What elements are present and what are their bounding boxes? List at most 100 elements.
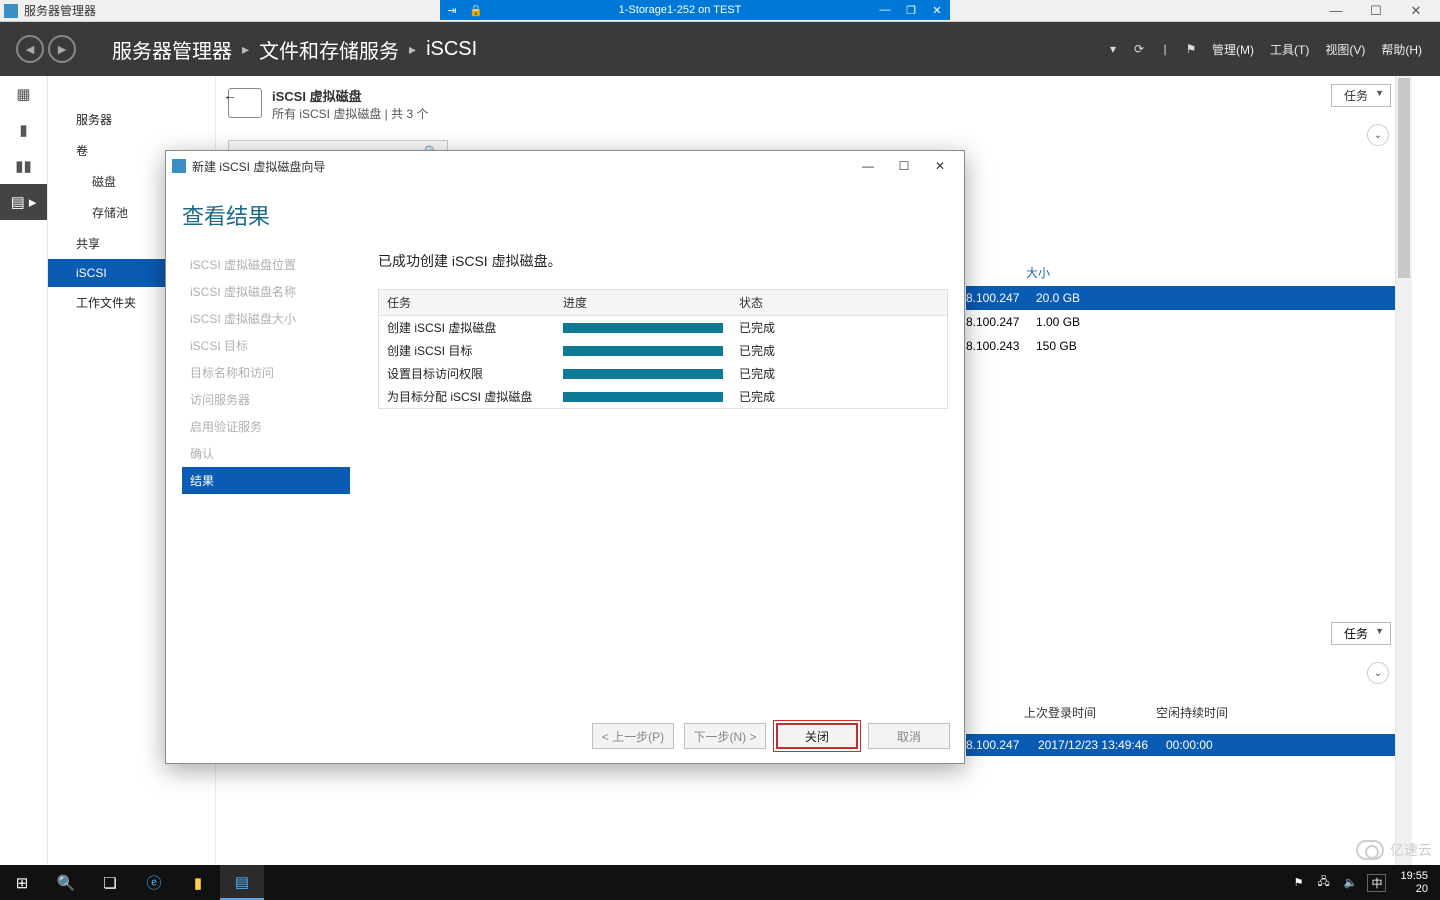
- explorer-icon[interactable]: ▮: [176, 865, 220, 900]
- breadcrumb-leaf[interactable]: iSCSI: [426, 38, 477, 61]
- file-storage-icon[interactable]: ▤ ▸: [0, 184, 47, 220]
- pin-icon[interactable]: ⇥: [440, 4, 464, 17]
- next-button: 下一步(N) >: [684, 723, 766, 749]
- breadcrumb-mid[interactable]: 文件和存储服务: [259, 35, 399, 64]
- tasks-dropdown-2[interactable]: 任务: [1331, 622, 1391, 645]
- server-manager-header: ◄ ► 服务器管理器 ▸ 文件和存储服务 ▸ iSCSI ▾ ⟳ | ⚑ 管理(…: [0, 22, 1440, 76]
- cell-status: 已完成: [731, 385, 947, 408]
- menu-help[interactable]: 帮助(H): [1375, 37, 1428, 62]
- col-last-login[interactable]: 上次登录时间: [1024, 704, 1096, 721]
- nav-forward-button[interactable]: ►: [48, 35, 76, 63]
- watermark-icon: [1356, 840, 1384, 860]
- remote-restore[interactable]: ❐: [898, 4, 924, 17]
- col-idle[interactable]: 空闲持续时间: [1156, 704, 1228, 721]
- clock[interactable]: 19:55 20: [1392, 870, 1436, 894]
- minimize-button[interactable]: —: [1316, 0, 1356, 22]
- tray-network-icon[interactable]: 🖧: [1314, 873, 1334, 892]
- cell-status: 已完成: [731, 339, 947, 362]
- table-row[interactable]: 8.100.247 20.0 GB: [966, 286, 1395, 310]
- breadcrumb-root[interactable]: 服务器管理器: [112, 35, 232, 64]
- wizard-step: iSCSI 虚拟磁盘名称: [182, 278, 350, 305]
- wizard-step: 访问服务器: [182, 386, 350, 413]
- all-servers-icon[interactable]: ▮▮: [0, 148, 47, 184]
- server-manager-taskbar-icon[interactable]: ▤: [220, 865, 264, 900]
- cell-status: 已完成: [731, 362, 947, 385]
- table-row: 设置目标访问权限 已完成: [379, 362, 947, 385]
- dashboard-icon[interactable]: ▦: [0, 76, 47, 112]
- wizard-main: 已成功创建 iSCSI 虚拟磁盘。 任务 进度 状态 创建 iSCSI 虚拟磁盘…: [350, 251, 948, 699]
- menu-view[interactable]: 视图(V): [1319, 37, 1371, 62]
- cell-task: 创建 iSCSI 目标: [379, 339, 555, 362]
- wizard-message: 已成功创建 iSCSI 虚拟磁盘。: [378, 251, 948, 271]
- start-button[interactable]: ⊞: [0, 865, 44, 900]
- nav-back-button[interactable]: ◄: [16, 35, 44, 63]
- tray-flag-icon[interactable]: ⚑: [1290, 876, 1308, 889]
- section-title: iSCSI 虚拟磁盘: [272, 86, 428, 105]
- scrollbar[interactable]: [1395, 76, 1412, 865]
- menu-manage[interactable]: 管理(M): [1206, 37, 1260, 62]
- cancel-button: 取消: [868, 723, 950, 749]
- cell-status: 已完成: [731, 316, 947, 339]
- wizard-dialog: 新建 iSCSI 虚拟磁盘向导 — ☐ ✕ 查看结果 iSCSI 虚拟磁盘位置 …: [165, 150, 965, 764]
- expand-icon-2[interactable]: ⌄: [1367, 662, 1389, 684]
- wizard-step: iSCSI 虚拟磁盘位置: [182, 251, 350, 278]
- refresh-icon[interactable]: ⟳: [1128, 38, 1150, 60]
- tasks-dropdown[interactable]: 任务: [1331, 84, 1391, 107]
- results-table: 任务 进度 状态 创建 iSCSI 虚拟磁盘 已完成 创建 iSCSI 目标 已…: [378, 289, 948, 409]
- local-server-icon[interactable]: ▮: [0, 112, 47, 148]
- remote-connection-bar: ⇥ 🔒 1-Storage1-252 on TEST — ❐ ✕: [440, 0, 950, 20]
- clock-time: 19:55: [1400, 870, 1428, 882]
- remote-close[interactable]: ✕: [924, 4, 950, 17]
- close-button[interactable]: 关闭: [776, 723, 858, 749]
- maximize-button[interactable]: ☐: [1356, 0, 1396, 22]
- column-size-header[interactable]: 大小: [1026, 264, 1050, 281]
- ime-indicator[interactable]: 中: [1367, 874, 1386, 892]
- progress-bar: [563, 346, 723, 356]
- remote-name: 1-Storage1-252 on TEST: [488, 4, 872, 16]
- wizard-step: iSCSI 目标: [182, 332, 350, 359]
- cell-progress: [555, 343, 731, 359]
- task-view-icon[interactable]: ❏: [88, 865, 132, 900]
- app-icon: [4, 4, 18, 18]
- wizard-steps: iSCSI 虚拟磁盘位置 iSCSI 虚拟磁盘名称 iSCSI 虚拟磁盘大小 i…: [182, 251, 350, 699]
- sidebar-item-servers[interactable]: 服务器: [48, 104, 215, 135]
- col-status: 状态: [731, 290, 947, 315]
- cell-task: 为目标分配 iSCSI 虚拟磁盘: [379, 385, 555, 408]
- menu-tools[interactable]: 工具(T): [1264, 37, 1315, 62]
- cell-size: 20.0 GB: [1036, 291, 1389, 305]
- lock-icon: 🔒: [464, 4, 488, 17]
- search-icon[interactable]: 🔍: [44, 865, 88, 900]
- separator-icon: |: [1154, 38, 1176, 60]
- chevron-right-icon: ▸: [242, 41, 249, 58]
- wizard-close-button[interactable]: ✕: [922, 153, 958, 179]
- flag-icon[interactable]: ⚑: [1180, 38, 1202, 60]
- table-header: 任务 进度 状态: [379, 290, 947, 316]
- cell-progress: [555, 366, 731, 382]
- scrollbar-thumb[interactable]: [1398, 78, 1410, 278]
- tray-volume-icon[interactable]: 🔈: [1340, 876, 1362, 889]
- host-window-title: 服务器管理器: [24, 2, 96, 19]
- wizard-minimize-button[interactable]: —: [850, 153, 886, 179]
- table-row[interactable]: 8.100.247 2017/12/23 13:49:46 00:00:00: [966, 734, 1395, 756]
- cell-ip: 8.100.243: [966, 339, 1036, 353]
- dropdown-icon[interactable]: ▾: [1102, 38, 1124, 60]
- remote-minimize[interactable]: —: [872, 4, 898, 16]
- table-row[interactable]: 8.100.243 150 GB: [966, 334, 1395, 358]
- chevron-right-icon: ▸: [409, 41, 416, 58]
- table-row: 为目标分配 iSCSI 虚拟磁盘 已完成: [379, 385, 947, 408]
- col-task: 任务: [379, 290, 555, 315]
- expand-icon[interactable]: ⌄: [1367, 124, 1389, 146]
- cell-last: 2017/12/23 13:49:46: [1038, 738, 1166, 752]
- watermark-text: 亿速云: [1390, 840, 1432, 860]
- wizard-step: 启用验证服务: [182, 413, 350, 440]
- table-row[interactable]: 8.100.247 1.00 GB: [966, 310, 1395, 334]
- cell-progress: [555, 320, 731, 336]
- prev-button: < 上一步(P): [592, 723, 674, 749]
- ie-icon[interactable]: ⓔ: [132, 865, 176, 900]
- cell-idle: 00:00:00: [1166, 738, 1234, 752]
- cell-ip: 8.100.247: [966, 291, 1036, 305]
- wizard-maximize-button[interactable]: ☐: [886, 153, 922, 179]
- system-tray: ⚑ 🖧 🔈 中 19:55 20: [1290, 870, 1440, 894]
- breadcrumb: 服务器管理器 ▸ 文件和存储服务 ▸ iSCSI: [112, 35, 477, 64]
- close-button[interactable]: ✕: [1396, 0, 1436, 22]
